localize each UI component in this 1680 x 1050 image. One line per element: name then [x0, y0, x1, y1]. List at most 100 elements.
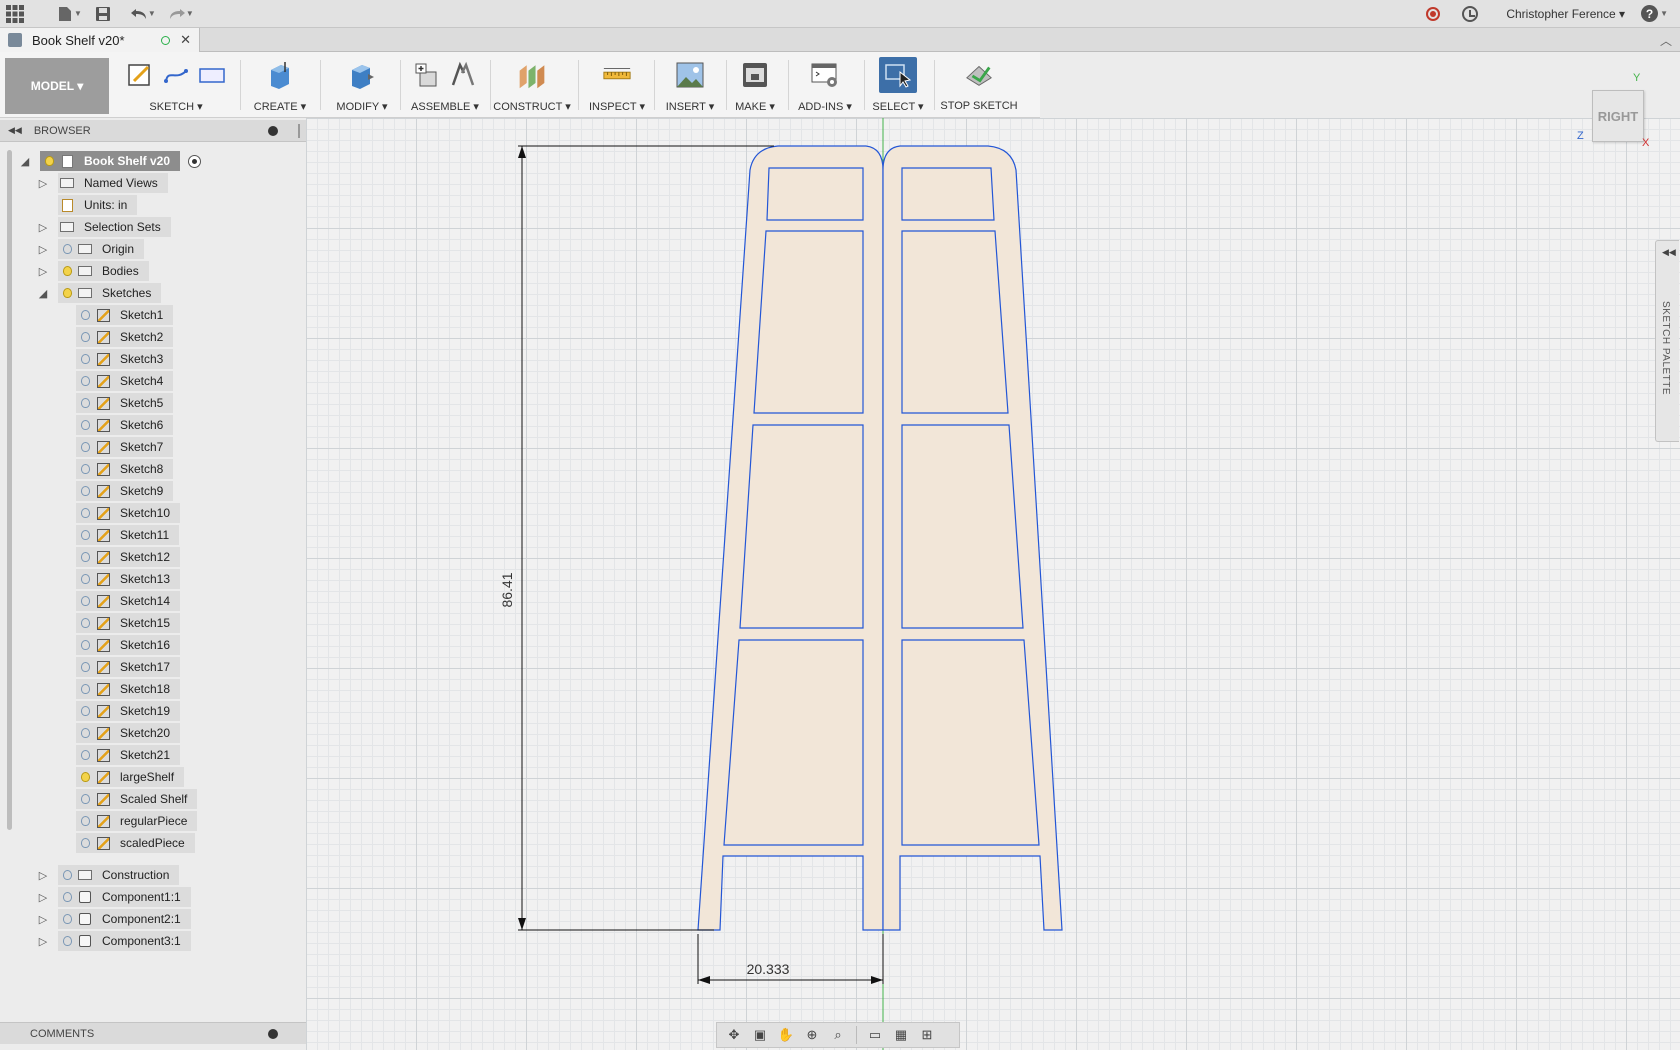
measure-icon[interactable]: [602, 60, 632, 90]
sketch-item[interactable]: Sketch12: [76, 546, 181, 568]
job-status-clock-icon[interactable]: [1462, 5, 1479, 22]
sketch-visibility-bulb-icon[interactable]: [76, 349, 94, 369]
sketch-item[interactable]: Sketch6: [76, 414, 174, 436]
look-at-icon[interactable]: ▣: [749, 1025, 771, 1045]
sketches-node[interactable]: ◢ Sketches: [36, 282, 162, 304]
component-node[interactable]: ▷ Component2:1: [36, 908, 191, 930]
scripts-addins-icon[interactable]: [810, 60, 840, 90]
sketch-visibility-bulb-icon[interactable]: [76, 635, 94, 655]
sketch-visibility-bulb-icon[interactable]: [76, 503, 94, 523]
line-icon[interactable]: [161, 60, 191, 90]
display-settings-icon[interactable]: ▭: [864, 1025, 886, 1045]
root-visibility-bulb-icon[interactable]: [40, 151, 58, 171]
addins-menu[interactable]: ADD-INS ▾: [790, 100, 860, 113]
sketch-drawing[interactable]: 86.41 20.333: [306, 118, 1680, 1050]
sketch-visibility-bulb-icon[interactable]: [76, 657, 94, 677]
record-icon[interactable]: [1426, 6, 1441, 21]
workspace-switcher-button[interactable]: MODEL ▾: [5, 58, 109, 114]
expand-origin-icon[interactable]: ▷: [36, 242, 50, 256]
redo-caret-icon[interactable]: ▼: [186, 9, 194, 18]
create-menu[interactable]: CREATE ▾: [244, 100, 316, 113]
sketch-visibility-bulb-icon[interactable]: [76, 305, 94, 325]
collapse-toolbar-icon[interactable]: ︿: [1660, 32, 1672, 49]
sketch-visibility-bulb-icon[interactable]: [76, 679, 94, 699]
sketch-visibility-bulb-icon[interactable]: [76, 481, 94, 501]
construction-visibility-bulb-icon[interactable]: [58, 865, 76, 885]
offset-plane-icon[interactable]: [517, 60, 547, 90]
sketch-item[interactable]: Sketch3: [76, 348, 174, 370]
zoom-icon[interactable]: ⊕: [801, 1025, 823, 1045]
sketch-item[interactable]: Sketch5: [76, 392, 174, 414]
insert-image-icon[interactable]: [675, 60, 705, 90]
sketch-item[interactable]: scaledPiece: [76, 832, 195, 854]
pan-icon[interactable]: ✋: [775, 1025, 797, 1045]
viewports-icon[interactable]: ⊞: [916, 1025, 938, 1045]
expand-component-icon[interactable]: ▷: [36, 912, 50, 926]
make-menu[interactable]: MAKE ▾: [726, 100, 784, 113]
selection-sets-node[interactable]: ▷ Selection Sets: [36, 216, 171, 238]
sketch-item[interactable]: Sketch16: [76, 634, 181, 656]
design-canvas[interactable]: 86.41 20.333: [306, 118, 1680, 1050]
inspect-group[interactable]: INSPECT ▾: [582, 52, 652, 118]
help-caret-icon[interactable]: ▼: [1660, 9, 1668, 18]
sketch-palette-tab[interactable]: ◀◀ SKETCH PALETTE: [1655, 240, 1679, 442]
assemble-menu[interactable]: ASSEMBLE ▾: [400, 100, 490, 113]
sketch-item[interactable]: Sketch2: [76, 326, 174, 348]
expand-component-icon[interactable]: ▷: [36, 890, 50, 904]
browser-scrollbar[interactable]: [7, 150, 12, 830]
sketch-visibility-bulb-icon[interactable]: [76, 613, 94, 633]
sketch-item[interactable]: Sketch20: [76, 722, 181, 744]
document-tab[interactable]: Book Shelf v20* ✕: [0, 28, 200, 52]
undo-caret-icon[interactable]: ▼: [148, 9, 156, 18]
sketch-item[interactable]: Sketch21: [76, 744, 181, 766]
extrude-icon[interactable]: [265, 60, 295, 90]
sketch-visibility-bulb-icon[interactable]: [76, 591, 94, 611]
sketch-visibility-bulb-icon[interactable]: [76, 525, 94, 545]
sketch-item[interactable]: Sketch4: [76, 370, 174, 392]
stop-sketch-group[interactable]: STOP SKETCH: [936, 52, 1022, 118]
sketch-visibility-bulb-icon[interactable]: [76, 833, 94, 853]
grid-settings-icon[interactable]: ▦: [890, 1025, 912, 1045]
user-menu[interactable]: Christopher Ference ▾: [1506, 7, 1625, 21]
joint-icon[interactable]: [448, 60, 478, 90]
insert-group[interactable]: INSERT ▾: [656, 52, 724, 118]
assemble-group[interactable]: ASSEMBLE ▾: [400, 52, 490, 118]
3d-print-icon[interactable]: [740, 60, 770, 90]
sketches-visibility-bulb-icon[interactable]: [58, 283, 76, 303]
inspect-menu[interactable]: INSPECT ▾: [582, 100, 652, 113]
sketch-item[interactable]: Sketch8: [76, 458, 174, 480]
bodies-node[interactable]: ▷ Bodies: [36, 260, 149, 282]
component-visibility-bulb-icon[interactable]: [58, 931, 76, 951]
activate-root-radio-icon[interactable]: [188, 154, 202, 168]
sketch-menu[interactable]: SKETCH ▾: [118, 100, 234, 113]
component-visibility-bulb-icon[interactable]: [58, 909, 76, 929]
browser-minimize-icon[interactable]: [268, 126, 278, 136]
insert-menu[interactable]: INSERT ▾: [656, 100, 724, 113]
fit-icon[interactable]: ⌕: [827, 1025, 849, 1045]
construct-menu[interactable]: CONSTRUCT ▾: [490, 100, 574, 113]
sketch-visibility-bulb-icon[interactable]: [76, 459, 94, 479]
collapse-browser-icon[interactable]: ◀◀: [8, 125, 22, 136]
sketch-item[interactable]: Sketch15: [76, 612, 181, 634]
create-group[interactable]: CREATE ▾: [244, 52, 316, 118]
close-tab-icon[interactable]: ✕: [180, 32, 191, 48]
sketch-visibility-bulb-icon[interactable]: [76, 437, 94, 457]
sketch-item[interactable]: Sketch7: [76, 436, 174, 458]
view-cube[interactable]: RIGHT: [1592, 90, 1644, 142]
expand-palette-icon[interactable]: ◀◀: [1662, 247, 1676, 258]
component-node[interactable]: ▷ Component3:1: [36, 930, 191, 952]
sketch-item[interactable]: largeShelf: [76, 766, 185, 788]
bodies-visibility-bulb-icon[interactable]: [58, 261, 76, 281]
new-component-icon[interactable]: [412, 60, 442, 90]
sketch-visibility-bulb-icon[interactable]: [76, 789, 94, 809]
create-sketch-icon[interactable]: [125, 60, 155, 90]
select-group[interactable]: SELECT ▾: [864, 52, 932, 118]
sketch-item[interactable]: Sketch10: [76, 502, 181, 524]
sketch-item[interactable]: Sketch11: [76, 524, 180, 546]
sketch-visibility-bulb-icon[interactable]: [76, 371, 94, 391]
expand-component-icon[interactable]: ▷: [36, 934, 50, 948]
sketch-visibility-bulb-icon[interactable]: [76, 327, 94, 347]
comments-panel[interactable]: COMMENTS: [0, 1022, 306, 1044]
expand-selection-sets-icon[interactable]: ▷: [36, 220, 50, 234]
named-views-node[interactable]: ▷ Named Views: [36, 172, 168, 194]
